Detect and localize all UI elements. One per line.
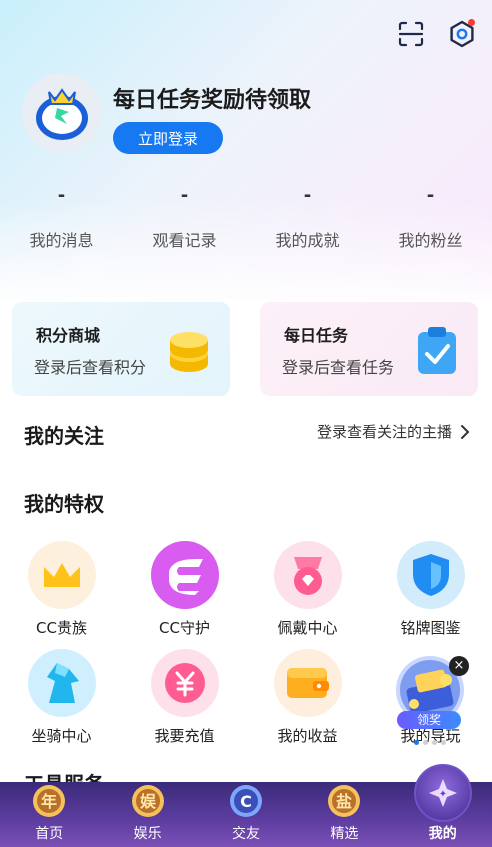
privilege-label: CC贵族 (36, 619, 87, 637)
privilege-label: 铭牌图鉴 (400, 619, 461, 637)
tab-label: 精选 (330, 826, 359, 842)
chevron-right-icon (461, 424, 470, 439)
tab-entertainment[interactable]: 娱 娱乐 (98, 782, 196, 847)
tab-label: 首页 (35, 826, 64, 842)
tab-home[interactable]: 年 首页 (0, 782, 98, 847)
pager-dot (441, 740, 446, 745)
scan-icon (398, 21, 424, 47)
privilege-section-title: 我的特权 (24, 492, 104, 516)
tab-mine[interactable]: ✦ 我的 (394, 764, 492, 847)
points-mall-card[interactable]: 积分商城 登录后查看积分 (12, 302, 230, 396)
tab-label: 交友 (231, 826, 260, 842)
stat-value: - (180, 185, 189, 206)
points-mall-subtitle: 登录后查看积分 (34, 358, 147, 377)
pager-dot (432, 740, 437, 745)
avatar[interactable] (22, 73, 102, 153)
pager-dots (414, 740, 446, 745)
stat-label: 我的消息 (29, 231, 94, 250)
stat-label: 观看记录 (152, 231, 217, 250)
coins-icon (170, 332, 208, 372)
wallet-icon (273, 649, 342, 717)
featured-tab-icon: 盐 (328, 785, 361, 817)
social-tab-glyph: C (240, 792, 252, 811)
home-tab-glyph: 年 (41, 792, 57, 811)
privilege-noble[interactable]: CC贵族 (0, 541, 123, 649)
mine-tab-glyph: ✦ (439, 789, 447, 800)
medal-icon (273, 541, 342, 609)
privilege-label: 我要充值 (154, 727, 215, 745)
privilege-nameplate[interactable]: 铭牌图鉴 (369, 541, 492, 649)
pager-dot (414, 740, 419, 745)
privilege-mount-center[interactable]: 坐骑中心 (0, 649, 123, 757)
follow-section-title: 我的关注 (24, 424, 104, 448)
entertainment-tab-glyph: 娱 (140, 792, 157, 811)
stats-row: - 我的消息 - 观看记录 - 我的成就 - 我的粉丝 (0, 185, 492, 251)
ad-close-button[interactable]: × (449, 656, 469, 676)
cc-logo-icon (36, 88, 88, 140)
stat-watch-history[interactable]: - 观看记录 (123, 185, 246, 251)
mine-tab-icon: ✦ (413, 764, 472, 822)
stat-messages[interactable]: - 我的消息 (0, 185, 123, 251)
stat-achievements[interactable]: - 我的成就 (246, 185, 369, 251)
privilege-earnings[interactable]: 我的收益 (246, 649, 369, 757)
daily-task-subtitle: 登录后查看任务 (282, 358, 395, 377)
stat-label: 我的成就 (275, 231, 340, 250)
privilege-label: 佩戴中心 (277, 619, 338, 637)
follow-login-link[interactable]: 登录查看关注的主播 (317, 421, 470, 442)
crown-icon (27, 541, 96, 609)
tab-label: 娱乐 (133, 826, 162, 842)
task-reward-headline: 每日任务奖励待领取 (113, 88, 312, 113)
privilege-label: CC守护 (159, 619, 210, 637)
tab-featured[interactable]: 盐 精选 (295, 782, 393, 847)
privilege-label: 坐骑中心 (31, 727, 92, 745)
notification-dot (468, 19, 475, 26)
home-tab-icon: 年 (33, 785, 66, 817)
stat-label: 我的粉丝 (398, 231, 463, 250)
social-tab-icon: C (229, 785, 262, 817)
points-mall-title: 积分商城 (36, 326, 101, 345)
floating-reward-ad[interactable]: × 领奖 (394, 650, 470, 740)
tab-label: 我的 (428, 826, 457, 842)
scan-button[interactable] (395, 18, 427, 50)
stat-value: - (426, 185, 435, 206)
login-button[interactable]: 立即登录 (113, 122, 223, 154)
stat-fans[interactable]: - 我的粉丝 (369, 185, 492, 251)
yen-icon (150, 649, 219, 717)
privilege-recharge[interactable]: 我要充值 (123, 649, 246, 757)
horse-icon (27, 649, 96, 717)
guard-icon (150, 541, 219, 609)
bottom-tab-bar: 年 首页 娱 娱乐 C 交友 盐 精选 ✦ 我的 (0, 764, 492, 847)
ad-claim-badge[interactable]: 领奖 (397, 711, 461, 729)
privilege-guard[interactable]: CC守护 (123, 541, 246, 649)
pager-dot (423, 740, 428, 745)
tab-social[interactable]: C 交友 (197, 782, 295, 847)
clipboard-check-icon (418, 327, 456, 374)
featured-tab-glyph: 盐 (336, 792, 352, 811)
daily-task-card[interactable]: 每日任务 登录后查看任务 (260, 302, 478, 396)
entertainment-tab-icon: 娱 (131, 785, 164, 817)
settings-button[interactable] (446, 18, 478, 50)
shield-icon (396, 541, 465, 609)
privilege-wear-center[interactable]: 佩戴中心 (246, 541, 369, 649)
daily-task-title: 每日任务 (284, 326, 349, 345)
follow-link-text: 登录查看关注的主播 (316, 423, 452, 441)
stat-value: - (57, 185, 66, 206)
privilege-row: CC贵族 CC守护 佩戴中心 铭牌图鉴 (0, 541, 492, 649)
stat-value: - (303, 185, 312, 206)
privilege-label: 我的收益 (277, 727, 338, 745)
